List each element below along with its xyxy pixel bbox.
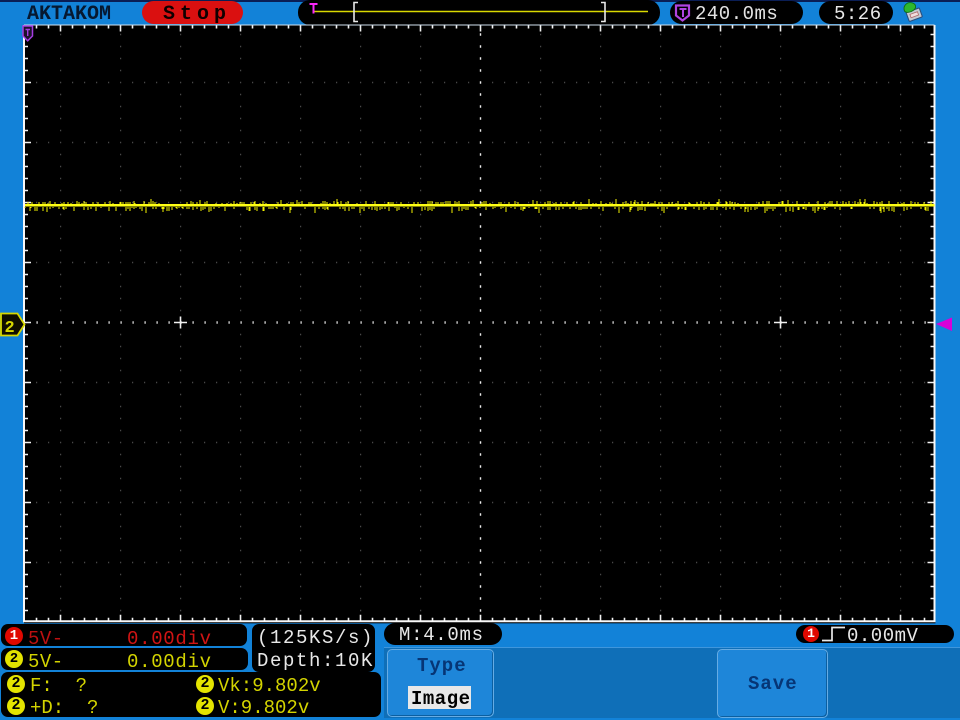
svg-text:2: 2 [5, 319, 15, 338]
